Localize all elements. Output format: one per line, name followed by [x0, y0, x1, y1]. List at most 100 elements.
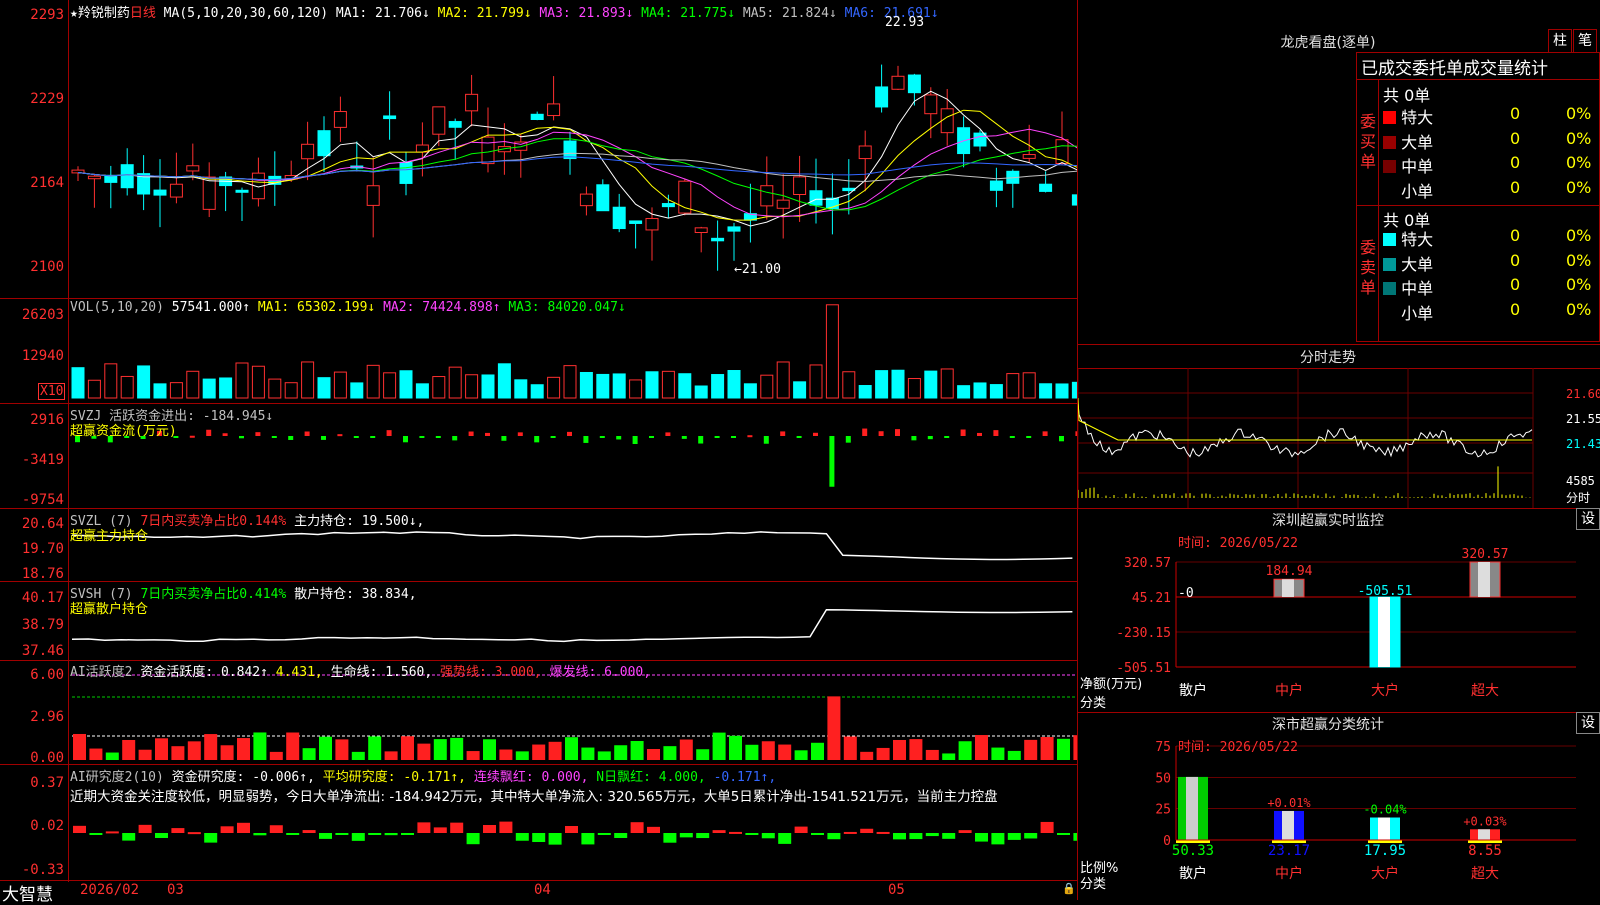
fund-flow-bar — [681, 436, 687, 439]
lock-icon[interactable]: 🔒 — [1062, 882, 1076, 895]
activity-bar — [647, 748, 660, 760]
sz-tick: 45.21 — [1132, 591, 1171, 606]
activity-bar — [499, 749, 513, 760]
research-bar — [466, 833, 480, 845]
class-ratio-chart: 75 50 25 050.33 散户 +0.01% 23.17 中户 -0.04% 17.95 大户… — [1155, 740, 1576, 882]
class-change-label: +0.03% — [1463, 814, 1507, 828]
volume-bar — [760, 374, 774, 399]
stock-name[interactable]: ★羚锐制药 — [70, 6, 130, 21]
candle-body — [432, 106, 446, 135]
volume-bar — [219, 377, 233, 399]
volume-bar — [989, 384, 1003, 399]
candle-body — [465, 93, 479, 112]
order-pct: 0% — [1566, 275, 1592, 294]
fs-vol-tick: 4585 — [1566, 474, 1595, 488]
ma-values: MA1: 21.706↓ MA2: 21.799↓ MA3: 21.893↓ M… — [336, 6, 939, 21]
ai-research-tick: 0.37 — [30, 775, 64, 791]
sz-settings-button[interactable]: 设 — [1576, 508, 1600, 530]
fund-flow-bar — [1059, 436, 1064, 442]
period-label[interactable]: 日线 — [130, 6, 156, 21]
activity-bar — [433, 739, 447, 760]
fund-flow-bar — [927, 436, 933, 440]
activity-bar — [876, 747, 890, 760]
activity-bar — [761, 741, 775, 760]
class-bar-highlight — [1186, 776, 1198, 840]
buy-total: 共 0单 — [1383, 86, 1431, 105]
research-bar — [483, 825, 496, 833]
order-pct: 0% — [1566, 226, 1592, 245]
activity-bar — [483, 739, 496, 760]
ma-item: MA2: 21.799↓ — [429, 6, 532, 21]
panel-divider — [0, 880, 1078, 881]
activity-bar — [269, 751, 283, 760]
buy-row: 小单 — [1383, 178, 1433, 202]
intraday-chart[interactable] — [1078, 368, 1600, 508]
volume-bar — [71, 367, 85, 399]
candle-body — [891, 75, 905, 90]
sz-ylabel: 净额(万元) — [1080, 677, 1143, 692]
volume-bar — [120, 375, 134, 399]
candle-body — [481, 136, 495, 165]
class-value-label: 8.55 — [1468, 843, 1502, 859]
volume-bar — [317, 377, 331, 399]
candle-body — [399, 161, 413, 184]
sz-category-label: 超大 — [1471, 683, 1499, 699]
right-panel: 龙虎看盘(逐单) 柱 笔 已成交委托单成交量统计 委买单 委卖单 共 0单 特大… — [1078, 0, 1600, 900]
color-swatch — [1383, 184, 1396, 198]
research-bar — [991, 833, 1005, 845]
price-tick: 2164 — [30, 175, 64, 191]
fund-flow-bar — [567, 431, 572, 436]
research-bar — [958, 830, 972, 833]
order-size-label: 中单 — [1396, 157, 1434, 176]
volume-bar — [678, 373, 692, 399]
svsh-tick: 37.46 — [21, 643, 64, 659]
date-label: 03 — [167, 882, 184, 898]
research-bar — [794, 826, 808, 833]
svsh-position: 散户持仓: 38.834, — [294, 587, 417, 602]
activity-bar — [548, 741, 562, 760]
order-size-label: 大单 — [1396, 254, 1434, 274]
fund-flow-bar — [649, 436, 654, 438]
activity-bar — [1040, 737, 1054, 760]
price-tick: 2100 — [30, 259, 64, 275]
color-swatch — [1383, 160, 1396, 173]
fund-flow-bar — [845, 436, 851, 443]
svsh-tick: 38.79 — [21, 617, 64, 633]
kline-svg — [71, 64, 1078, 845]
activity-bar — [302, 748, 316, 760]
date-label: 05 — [888, 882, 905, 898]
research-bar — [548, 833, 562, 845]
activity-bar — [663, 746, 677, 760]
volume-bar — [350, 382, 364, 399]
chart-area[interactable]: ★羚锐制药日线 MA(5,10,20,30,60,120) MA1: 21.70… — [0, 0, 1078, 905]
fund-flow-bar — [862, 428, 868, 436]
sz-net-chart: 320.57 45.21 -230.15 -505.51 -0 散户 184.94 中户 -50… — [1116, 547, 1576, 699]
color-swatch — [1383, 306, 1396, 320]
candle-body — [940, 108, 954, 134]
price-tick: 2293 — [30, 7, 64, 23]
fund-flow-bar — [550, 436, 556, 438]
tab-trade-mode[interactable]: 笔 — [1573, 29, 1597, 53]
activity-bar — [155, 738, 168, 760]
research-bar — [335, 833, 349, 835]
dragon-title: 龙虎看盘(逐单) — [1280, 35, 1376, 51]
svzl-tick: 19.70 — [21, 541, 64, 557]
volume-bar — [104, 363, 118, 399]
class-tick: 0 — [1163, 834, 1171, 849]
sz-value-label: 184.94 — [1266, 564, 1313, 579]
activity-bar — [253, 732, 267, 760]
brand-logo[interactable]: 大智慧 — [2, 880, 53, 905]
vol-unit[interactable]: X10 — [38, 383, 66, 400]
order-pct: 0% — [1566, 299, 1592, 319]
activity-bar — [581, 747, 595, 760]
class-tick: 75 — [1155, 740, 1171, 755]
fund-flow-bar — [517, 432, 523, 436]
order-size-label: 大单 — [1396, 132, 1434, 152]
activity-bar — [220, 745, 234, 760]
volume-bar — [563, 365, 577, 399]
candle-body — [973, 132, 987, 147]
fund-flow-bar — [763, 436, 769, 444]
volume-bar — [875, 370, 889, 399]
fund-flow-bar — [271, 436, 277, 438]
tab-bar-mode[interactable]: 柱 — [1548, 29, 1572, 53]
